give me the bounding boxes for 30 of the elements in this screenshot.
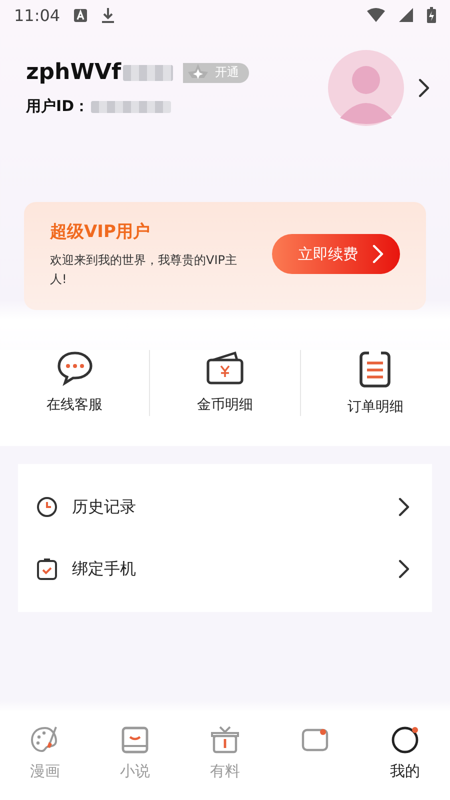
renew-button[interactable]: 立即续费 xyxy=(272,234,400,274)
quick-action-label[interactable]: 在线客服 xyxy=(46,396,103,414)
avatar[interactable] xyxy=(328,50,404,126)
vip-title: 超级VIP用户 xyxy=(50,221,151,243)
gift-icon xyxy=(209,724,241,756)
menu-item[interactable]: 历史记录 xyxy=(18,476,432,538)
status-time: 11:04 xyxy=(14,6,60,24)
chevron-right-icon xyxy=(398,497,410,518)
battery-icon xyxy=(427,7,436,23)
chat-bubble-icon xyxy=(56,350,94,386)
smile-box-icon xyxy=(119,724,151,756)
clipboard-check-icon xyxy=(36,557,58,582)
blurred-text xyxy=(123,64,174,80)
chevron-right-icon xyxy=(372,244,384,264)
clock-icon xyxy=(36,496,58,518)
download-icon xyxy=(101,7,116,23)
quick-action-label[interactable]: 金币明细 xyxy=(196,396,253,414)
quick-action-label[interactable]: 订单明细 xyxy=(347,398,404,416)
circle-icon xyxy=(389,724,421,756)
username: zphWVf xyxy=(26,60,122,85)
vip-message: 欢迎来到我的世界，我尊贵的VIP主人! xyxy=(50,252,238,288)
wallet-icon xyxy=(204,350,245,386)
chevron-right-icon xyxy=(398,559,410,580)
nav-tab[interactable]: 我的 xyxy=(360,724,450,781)
menu-item[interactable]: 绑定手机 xyxy=(18,538,432,600)
user-id-label: 用户ID： xyxy=(26,97,90,116)
signal-icon xyxy=(399,8,413,22)
app-notification-icon xyxy=(74,8,88,22)
wifi-icon xyxy=(367,8,385,22)
chevron-right-icon xyxy=(418,78,430,98)
